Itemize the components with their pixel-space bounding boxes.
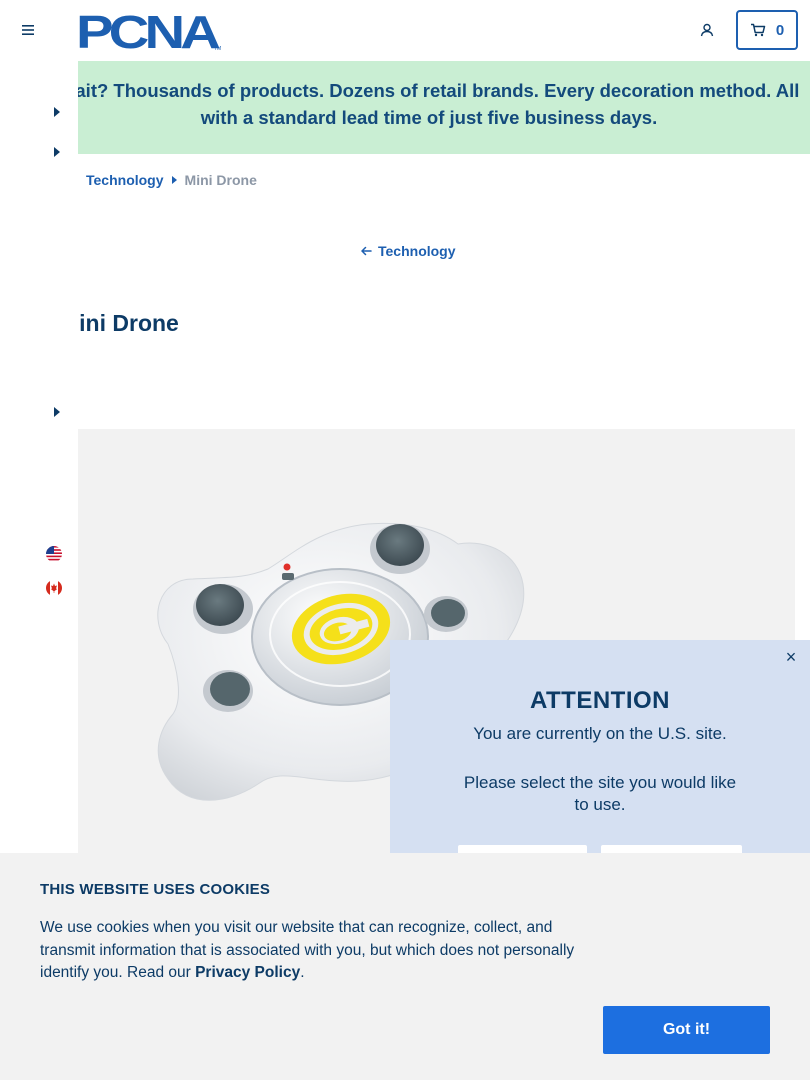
breadcrumb-current: Mini Drone	[184, 172, 257, 188]
logo-trademark: TM	[214, 46, 221, 52]
breadcrumb: Technology Mini Drone	[86, 172, 257, 188]
modal-heading: ATTENTION	[529, 687, 671, 714]
logo-text: PCNA	[76, 10, 219, 52]
cookie-text: We use cookies when you visit our websit…	[40, 917, 610, 985]
pcna-logo[interactable]: PCNA TM	[76, 6, 226, 58]
user-icon	[700, 23, 714, 37]
caret-right-icon	[171, 176, 177, 184]
back-link-label: Technology	[378, 243, 456, 259]
modal-select-site-text: Please select the site you would like to…	[463, 773, 737, 814]
modal-close-button[interactable]: ×	[782, 646, 800, 667]
promo-banner-text: Wait? Thousands of products. Dozens of r…	[78, 80, 800, 128]
privacy-policy-link[interactable]: Privacy Policy	[195, 964, 300, 981]
account-button[interactable]	[694, 18, 720, 42]
back-to-category-link[interactable]: Technology	[360, 243, 456, 259]
cart-button[interactable]: 0	[736, 10, 798, 50]
caret-right-icon	[54, 107, 60, 117]
menu-icon	[22, 25, 34, 35]
canada-site-flag[interactable]	[45, 579, 63, 597]
cookie-period: .	[300, 964, 305, 981]
cart-count: 0	[775, 21, 785, 39]
arrow-left-icon	[361, 246, 372, 256]
cart-icon	[750, 23, 766, 37]
product-title-wrap: Mini Drone	[78, 310, 278, 346]
site-select-modal: × ATTENTION You are currently on the U.S…	[390, 640, 810, 854]
breadcrumb-link-technology[interactable]: Technology	[86, 172, 164, 188]
us-flag-icon	[46, 546, 62, 562]
rail-expand-arrow[interactable]	[52, 106, 62, 118]
canada-flag-icon	[46, 580, 62, 596]
accept-cookies-button[interactable]: Got it!	[603, 1006, 770, 1054]
rail-expand-arrow[interactable]	[52, 406, 62, 418]
cookie-body: We use cookies when you visit our websit…	[40, 919, 575, 981]
close-icon: ×	[785, 646, 797, 667]
cookie-heading: THIS WEBSITE USES COOKIES	[40, 881, 271, 898]
rail-expand-arrow[interactable]	[52, 146, 62, 158]
product-title: Mini Drone	[78, 310, 179, 336]
caret-right-icon	[54, 407, 60, 417]
promo-banner: Wait? Thousands of products. Dozens of r…	[78, 61, 810, 154]
modal-current-site-text: You are currently on the U.S. site.	[473, 724, 727, 743]
page: PCNA TM 0 Wait? Thousands of products. D…	[0, 0, 810, 1080]
menu-button[interactable]	[14, 18, 42, 42]
cookie-banner: THIS WEBSITE USES COOKIES We use cookies…	[0, 853, 810, 1080]
site-header: PCNA TM 0	[0, 0, 810, 61]
caret-right-icon	[54, 147, 60, 157]
us-site-flag[interactable]	[45, 545, 63, 563]
